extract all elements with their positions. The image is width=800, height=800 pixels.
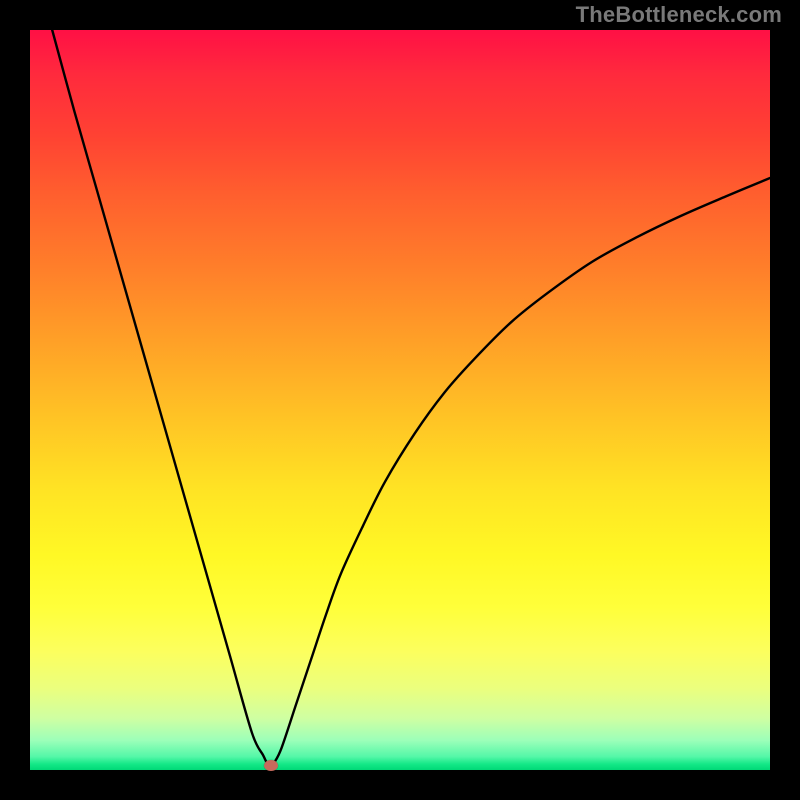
curve-svg [30, 30, 770, 770]
bottleneck-curve [52, 30, 770, 766]
watermark-text: TheBottleneck.com [576, 2, 782, 28]
plot-area [30, 30, 770, 770]
optimal-point-marker [264, 760, 278, 771]
chart-frame: TheBottleneck.com [0, 0, 800, 800]
